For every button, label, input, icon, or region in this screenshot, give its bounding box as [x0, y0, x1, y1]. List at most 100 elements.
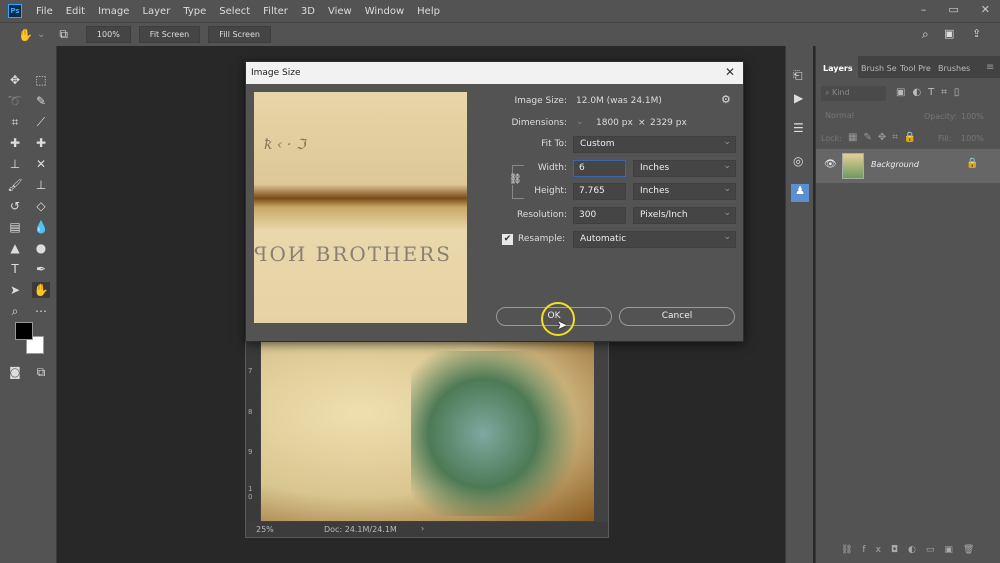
- dimensions-times: ×: [638, 118, 646, 128]
- chevron-down-icon[interactable]: ⌄: [37, 29, 45, 40]
- maximize-icon[interactable]: ▭: [948, 3, 958, 16]
- height-input[interactable]: 7.765: [573, 183, 626, 200]
- move-tool-icon[interactable]: ✥: [6, 72, 24, 88]
- share-icon[interactable]: ⇪: [972, 27, 981, 40]
- blend-mode-select[interactable]: Normal: [821, 109, 911, 124]
- foreground-color-swatch[interactable]: [15, 322, 33, 340]
- tab-brushes[interactable]: Brushes: [938, 64, 970, 73]
- adjustments-icon[interactable]: ◎: [793, 154, 803, 168]
- menu-edit[interactable]: Edit: [66, 6, 85, 17]
- preview-print-text: ꟼOИ BROTHERS: [254, 242, 452, 266]
- zoom-level[interactable]: 25%: [256, 525, 274, 534]
- history-brush-icon[interactable]: ✕: [32, 156, 50, 172]
- close-icon[interactable]: ✕: [981, 3, 990, 16]
- lock-icons[interactable]: ▦✎✥⌗🔒: [848, 132, 922, 143]
- eyedropper-tool-icon[interactable]: ⟋: [32, 114, 50, 130]
- tab-brush-settings[interactable]: Brush Se: [861, 64, 897, 73]
- brush-tool-icon[interactable]: 🖌: [6, 177, 24, 193]
- panel-menu-icon[interactable]: ≡: [986, 62, 994, 73]
- height-unit-select[interactable]: Inches: [633, 183, 736, 200]
- zoom-tool-icon[interactable]: ⌕: [6, 303, 24, 319]
- path-select-tool-icon[interactable]: ➤: [6, 282, 24, 298]
- image-size-dialog: Image Size ✕ ꝁ ‹ · ℑ ꟼOИ BROTHERS Image …: [245, 61, 744, 342]
- zoom-100-button[interactable]: 100%: [85, 26, 131, 43]
- blur-tool-icon[interactable]: 💧: [32, 219, 50, 235]
- image-size-value: 12.0M (was 24.1M): [576, 96, 662, 106]
- hand-tool-icon[interactable]: ✋: [18, 28, 33, 42]
- resample-select[interactable]: Automatic: [573, 231, 736, 248]
- sponge-tool-icon[interactable]: ●: [32, 240, 50, 256]
- window-controls: – ▭ ✕: [921, 3, 990, 16]
- healing-tool-icon[interactable]: ✚: [6, 135, 24, 151]
- menu-file[interactable]: File: [36, 6, 53, 17]
- menu-layer[interactable]: Layer: [142, 6, 170, 17]
- marquee-tool-icon[interactable]: ⬚: [32, 72, 50, 88]
- resolution-input[interactable]: 300: [573, 207, 626, 224]
- options-bar: ✋ ⌄ ⧉ 100% Fit Screen Fill Screen ⌕ ▣ ⇪: [0, 22, 1000, 46]
- stamp-tool-icon[interactable]: ⊥: [6, 156, 24, 172]
- tab-layers[interactable]: Layers: [823, 64, 853, 73]
- resolution-unit-select[interactable]: Pixels/Inch: [633, 207, 736, 224]
- fill-label: Fill:: [938, 134, 952, 143]
- dodge-tool-icon[interactable]: ▲: [6, 240, 24, 256]
- dimensions-unit-dropdown-icon[interactable]: ⌄: [576, 117, 584, 127]
- menu-filter[interactable]: Filter: [263, 6, 288, 17]
- screen-mode-icon[interactable]: ⧉: [32, 364, 50, 380]
- quick-select-tool-icon[interactable]: ✎: [32, 93, 50, 109]
- resample-label: Resample:: [518, 234, 566, 244]
- cancel-button[interactable]: Cancel: [619, 307, 735, 326]
- width-input[interactable]: 6: [573, 160, 626, 177]
- menu-window[interactable]: Window: [365, 6, 404, 17]
- document-canvas[interactable]: [261, 341, 594, 521]
- opacity-value[interactable]: 100%: [961, 112, 984, 121]
- history-icon[interactable]: ⎗: [793, 68, 803, 83]
- status-bar: 25% Doc: 24.1M/24.1M ›: [246, 522, 608, 537]
- minimize-icon[interactable]: –: [921, 3, 927, 16]
- properties-icon[interactable]: ☰: [793, 121, 804, 135]
- lasso-tool-icon[interactable]: ➰: [6, 93, 24, 109]
- gear-icon[interactable]: ⚙: [721, 93, 731, 106]
- ruler-label: 7: [248, 367, 253, 375]
- eraser-tool-icon[interactable]: ◇: [32, 198, 50, 214]
- menu-view[interactable]: View: [328, 6, 352, 17]
- history-brush-tool-icon[interactable]: ↺: [6, 198, 24, 214]
- width-unit-select[interactable]: Inches: [633, 160, 736, 177]
- fit-screen-button[interactable]: Fit Screen: [138, 26, 201, 43]
- crop-tool-icon[interactable]: ⌗: [6, 114, 24, 130]
- close-icon[interactable]: ✕: [725, 65, 735, 79]
- actions-play-icon[interactable]: ▶: [794, 91, 803, 105]
- more-tools-icon[interactable]: ⋯: [32, 303, 50, 319]
- eye-visibility-icon[interactable]: 👁: [824, 159, 837, 170]
- image-preview[interactable]: ꝁ ‹ · ℑ ꟼOИ BROTHERS: [254, 92, 467, 323]
- fill-screen-button[interactable]: Fill Screen: [208, 26, 271, 43]
- fill-value[interactable]: 100%: [961, 134, 984, 143]
- clone-stamp-icon[interactable]: ⊥: [32, 177, 50, 193]
- hand-tool-active-icon[interactable]: ✋: [32, 282, 50, 298]
- libraries-icon[interactable]: ♟: [791, 184, 809, 202]
- type-tool-icon[interactable]: T: [6, 261, 24, 277]
- scroll-all-windows-icon[interactable]: ⧉: [59, 27, 68, 42]
- gradient-tool-icon[interactable]: ▤: [6, 219, 24, 235]
- layers-footer-icons[interactable]: ⛓fx◘◐▭▣🗑: [816, 541, 1000, 563]
- opacity-label: Opacity:: [924, 112, 957, 121]
- quick-mask-icon[interactable]: ◙: [6, 364, 24, 380]
- workspace-icon[interactable]: ▣: [944, 27, 954, 40]
- tab-tool-presets[interactable]: Tool Pre: [900, 64, 931, 73]
- band-aid-icon[interactable]: ✚: [32, 135, 50, 151]
- kind-filter[interactable]: ⌕ Kind: [821, 86, 886, 101]
- menu-3d[interactable]: 3D: [301, 6, 315, 17]
- filter-icons[interactable]: ▣◐T⌗▯: [896, 87, 966, 98]
- layer-row-background[interactable]: 👁 Background 🔒: [816, 149, 1000, 183]
- link-chain-icon[interactable]: ⛓: [509, 174, 522, 185]
- fit-to-select[interactable]: Custom: [573, 136, 736, 153]
- layer-name[interactable]: Background: [871, 160, 919, 169]
- chevron-right-icon[interactable]: ›: [421, 524, 424, 533]
- lock-icon[interactable]: 🔒: [966, 158, 978, 169]
- menu-select[interactable]: Select: [219, 6, 250, 17]
- menu-image[interactable]: Image: [98, 6, 129, 17]
- search-icon[interactable]: ⌕: [922, 27, 929, 42]
- menu-help[interactable]: Help: [417, 6, 440, 17]
- menu-type[interactable]: Type: [183, 6, 206, 17]
- pen-tool-icon[interactable]: ✒: [32, 261, 50, 277]
- resample-checkbox[interactable]: ✔: [502, 234, 513, 245]
